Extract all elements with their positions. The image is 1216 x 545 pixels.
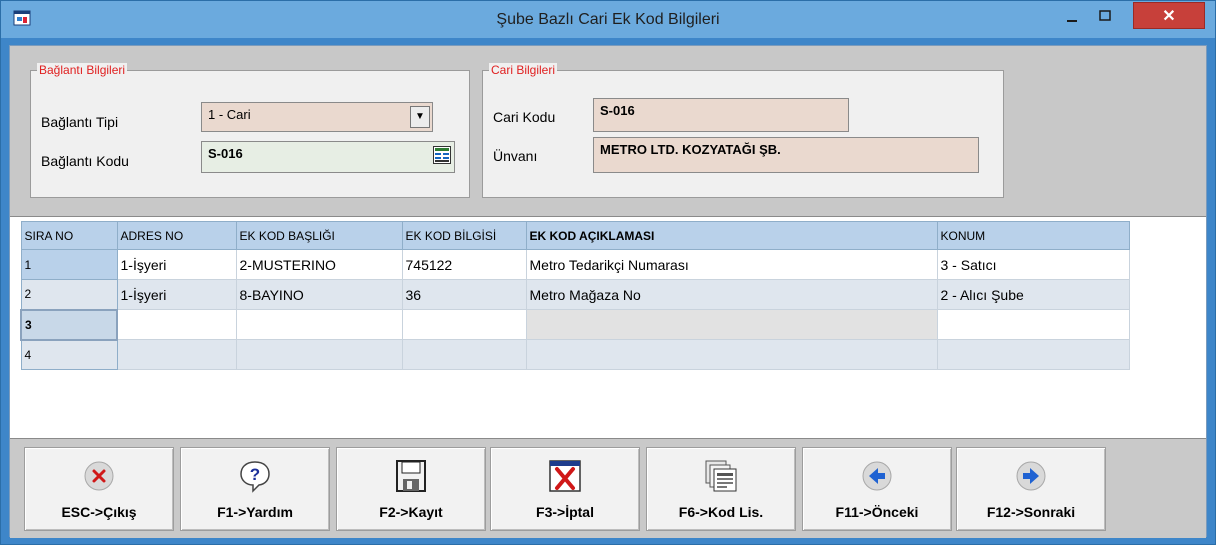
close-button[interactable]: ✕ — [1133, 2, 1205, 29]
baglanti-kodu-label: Bağlantı Kodu — [41, 153, 129, 169]
cari-kodu-value: S-016 — [600, 103, 635, 118]
previous-icon — [862, 461, 892, 491]
col-konum[interactable]: KONUM — [936, 221, 1130, 250]
svg-text:?: ? — [250, 465, 260, 484]
cell-ek-kod-bilgisi[interactable]: 36 — [401, 279, 527, 310]
cell-adres-no[interactable]: 1-İşyeri — [116, 249, 237, 280]
row-number[interactable]: 2 — [20, 279, 118, 310]
next-label: F12->Sonraki — [986, 504, 1076, 520]
cell-konum[interactable] — [936, 309, 1130, 340]
window: Şube Bazlı Cari Ek Kod Bilgileri ✕ Bağla… — [0, 0, 1216, 545]
unvan-value: METRO LTD. KOZYATAĞI ŞB. — [600, 142, 781, 157]
unvan-label: Ünvanı — [493, 148, 538, 164]
minimize-button[interactable] — [1059, 9, 1085, 29]
cell-ek-kod-aciklamasi[interactable]: Metro Mağaza No — [525, 279, 938, 310]
bottom-toolbar: ESC->Çıkış ? F1->Yardım F2->Kayıt F3->İp… — [10, 438, 1206, 538]
table-row[interactable]: 3 — [20, 308, 1130, 341]
client-area: Bağlantı Bilgileri Bağlantı Tipi 1 - Car… — [9, 45, 1207, 538]
cell-adres-no[interactable]: 1-İşyeri — [116, 279, 237, 310]
cell-konum[interactable] — [936, 339, 1130, 370]
cell-konum[interactable]: 2 - Alıcı Şube — [936, 279, 1130, 310]
baglanti-tipi-select[interactable]: 1 - Cari ▼ — [201, 102, 433, 132]
row-number[interactable]: 1 — [20, 249, 118, 280]
cell-ek-kod-aciklamasi[interactable] — [525, 309, 938, 340]
cell-ek-kod-bilgisi[interactable] — [401, 339, 527, 370]
save-label: F2->Kayıt — [379, 504, 443, 520]
grid-header-row: SIRA NO ADRES NO EK KOD BAŞLIĞI EK KOD B… — [20, 221, 1130, 250]
table-row[interactable]: 1 1-İşyeri 2-MUSTERINO 745122 Metro Teda… — [20, 249, 1130, 280]
baglanti-tipi-label: Bağlantı Tipi — [41, 114, 119, 130]
cell-adres-no[interactable] — [116, 339, 237, 370]
close-icon: ✕ — [1162, 8, 1176, 25]
col-ek-kod-aciklamasi[interactable]: EK KOD AÇIKLAMASI — [525, 221, 938, 250]
previous-button[interactable]: F11->Önceki — [802, 447, 952, 531]
table-row[interactable]: 4 — [20, 339, 1130, 370]
col-ek-kod-bilgisi[interactable]: EK KOD BİLGİSİ — [401, 221, 527, 250]
exit-button[interactable]: ESC->Çıkış — [24, 447, 174, 531]
title-bar[interactable]: Şube Bazlı Cari Ek Kod Bilgileri ✕ — [1, 1, 1215, 38]
cancel-button[interactable]: F3->İptal — [490, 447, 640, 531]
table-row[interactable]: 2 1-İşyeri 8-BAYINO 36 Metro Mağaza No 2… — [20, 279, 1130, 310]
cell-ek-kod-aciklamasi[interactable]: Metro Tedarikçi Numarası — [525, 249, 938, 280]
save-icon — [396, 460, 426, 492]
code-list-icon — [705, 460, 737, 492]
maximize-icon — [1099, 10, 1111, 21]
cari-kodu-field[interactable]: S-016 — [593, 98, 849, 132]
cari-group: Cari Bilgileri Cari Kodu S-016 Ünvanı ME… — [482, 63, 1004, 198]
help-button[interactable]: ? F1->Yardım — [180, 447, 330, 531]
previous-label: F11->Önceki — [835, 504, 919, 520]
cari-group-title: Cari Bilgileri — [489, 63, 558, 77]
cari-kodu-label: Cari Kodu — [493, 109, 556, 125]
next-icon — [1016, 461, 1046, 491]
help-label: F1->Yardım — [217, 504, 293, 520]
baglanti-group-title: Bağlantı Bilgileri — [37, 63, 128, 77]
minimize-icon — [1067, 20, 1077, 22]
cell-ek-kod-basligi[interactable] — [235, 339, 403, 370]
code-list-label: F6->Kod Lis. — [678, 504, 764, 520]
window-title: Şube Bazlı Cari Ek Kod Bilgileri — [496, 11, 720, 28]
header-panel: Bağlantı Bilgileri Bağlantı Tipi 1 - Car… — [10, 46, 1206, 216]
cell-adres-no[interactable] — [116, 309, 237, 340]
cell-konum[interactable]: 3 - Satıcı — [936, 249, 1130, 280]
maximize-button[interactable] — [1092, 6, 1118, 26]
baglanti-kodu-value: S-016 — [208, 146, 243, 161]
ek-kod-grid[interactable]: SIRA NO ADRES NO EK KOD BAŞLIĞI EK KOD B… — [10, 216, 1206, 438]
save-button[interactable]: F2->Kayıt — [336, 447, 486, 531]
cell-ek-kod-basligi[interactable]: 2-MUSTERINO — [235, 249, 403, 280]
baglanti-group: Bağlantı Bilgileri Bağlantı Tipi 1 - Car… — [30, 63, 470, 198]
cell-ek-kod-aciklamasi[interactable] — [525, 339, 938, 370]
col-adres-no[interactable]: ADRES NO — [116, 221, 237, 250]
exit-label: ESC->Çıkış — [61, 504, 137, 520]
cell-ek-kod-bilgisi[interactable] — [401, 309, 527, 340]
row-number[interactable]: 3 — [20, 308, 118, 341]
code-list-button[interactable]: F6->Kod Lis. — [646, 447, 796, 531]
unvan-field[interactable]: METRO LTD. KOZYATAĞI ŞB. — [593, 137, 979, 173]
next-button[interactable]: F12->Sonraki — [956, 447, 1106, 531]
help-icon: ? — [240, 461, 270, 493]
exit-icon — [84, 461, 114, 491]
cell-ek-kod-basligi[interactable] — [235, 309, 403, 340]
col-ek-kod-basligi[interactable]: EK KOD BAŞLIĞI — [235, 221, 403, 250]
cancel-icon — [549, 460, 581, 492]
lookup-list-icon[interactable] — [433, 146, 451, 164]
ek-kod-table: SIRA NO ADRES NO EK KOD BAŞLIĞI EK KOD B… — [20, 221, 1130, 370]
chevron-down-icon[interactable]: ▼ — [410, 106, 430, 128]
baglanti-tipi-value: 1 - Cari — [208, 107, 251, 122]
row-number[interactable]: 4 — [20, 339, 118, 370]
col-sira-no[interactable]: SIRA NO — [20, 221, 118, 250]
cancel-label: F3->İptal — [536, 504, 594, 520]
cell-ek-kod-bilgisi[interactable]: 745122 — [401, 249, 527, 280]
cell-ek-kod-basligi[interactable]: 8-BAYINO — [235, 279, 403, 310]
baglanti-kodu-field[interactable]: S-016 — [201, 141, 455, 173]
